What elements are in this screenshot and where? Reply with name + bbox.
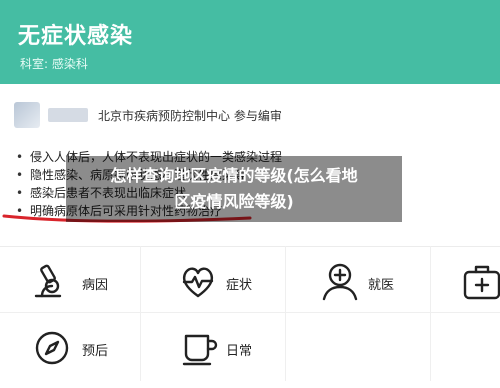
overlay-title-line1: 怎样查询地区疫情的等级(怎么看地 bbox=[110, 166, 358, 185]
overlay-title-line2: 区疫情风险等级) bbox=[174, 192, 294, 211]
divider bbox=[430, 246, 431, 381]
grid-item-label: 病因 bbox=[82, 278, 109, 293]
grid-item-cause[interactable]: 病因 bbox=[30, 262, 130, 322]
grid-item-label: 就医 bbox=[368, 278, 395, 293]
grid-item-first-aid[interactable] bbox=[462, 262, 500, 322]
heart-pulse-icon bbox=[182, 267, 214, 298]
compass-icon bbox=[35, 331, 69, 365]
article-title-overlay: 怎样查询地区疫情的等级(怎么看地 区疫情风险等级) bbox=[66, 156, 402, 222]
divider bbox=[285, 246, 286, 381]
grid-item-symptom[interactable]: 症状 bbox=[178, 262, 278, 322]
source-text: 北京市疾病预防控制中心 参与编审 bbox=[98, 109, 282, 123]
grid-item-label: 预后 bbox=[82, 344, 109, 359]
divider bbox=[140, 246, 141, 381]
department-label: 科室: 感染科 bbox=[20, 57, 88, 71]
grid-item-prognosis[interactable]: 预后 bbox=[32, 328, 132, 388]
grid-item-label: 症状 bbox=[226, 278, 253, 293]
grid-item-label: 日常 bbox=[226, 344, 253, 359]
avatar bbox=[14, 102, 40, 128]
microscope-icon bbox=[34, 264, 62, 298]
header-banner: 无症状感染 科室: 感染科 bbox=[0, 0, 500, 84]
blurred-name bbox=[48, 108, 88, 122]
page-title: 无症状感染 bbox=[18, 24, 134, 49]
grid-item-medical[interactable]: 就医 bbox=[320, 262, 420, 322]
first-aid-kit-icon bbox=[463, 265, 500, 300]
grid-item-daily[interactable]: 日常 bbox=[180, 328, 280, 388]
source-row: 北京市疾病预防控制中心 参与编审 bbox=[0, 96, 500, 136]
cup-icon bbox=[182, 334, 218, 366]
doctor-icon bbox=[322, 263, 358, 301]
